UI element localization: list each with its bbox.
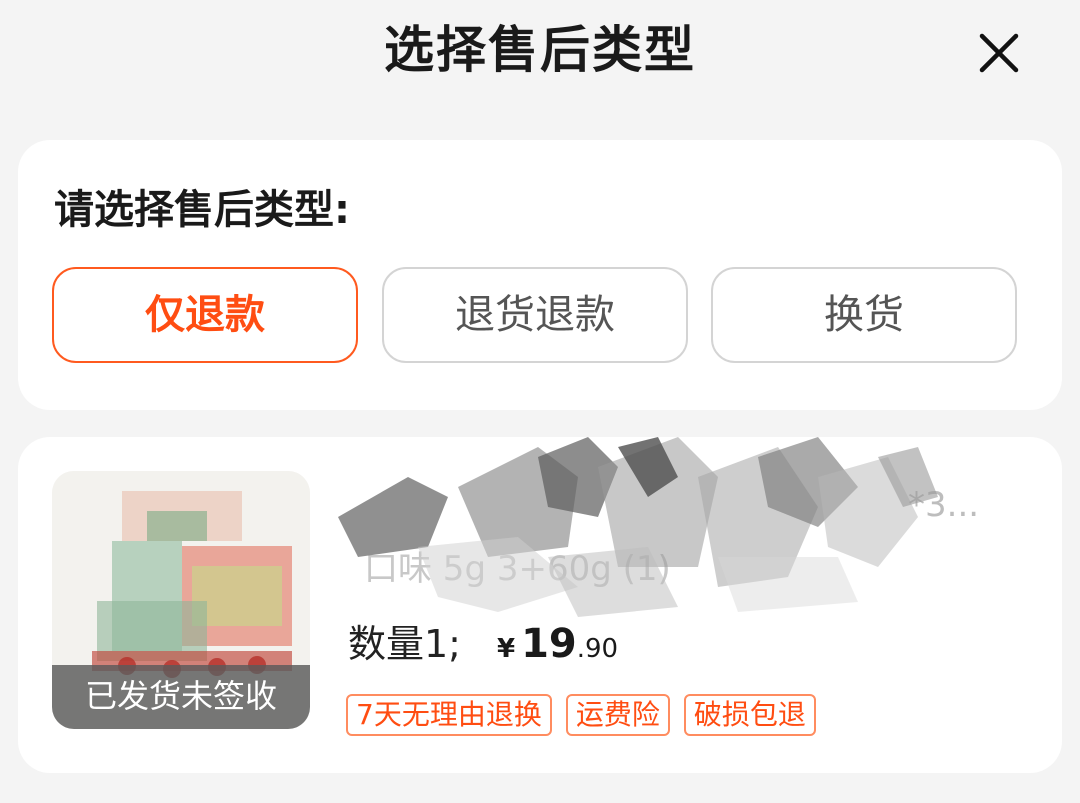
- service-tags: 7天无理由退换 运费险 破损包退: [346, 694, 830, 736]
- close-icon: [979, 33, 1019, 73]
- tag-damage-return: 破损包退: [683, 694, 816, 736]
- quantity-text: 数量1;: [348, 622, 461, 666]
- after-sale-type-sheet: 选择售后类型 请选择售后类型: 仅退款 退货退款 换货 已发货未签收 *3...…: [0, 0, 1080, 803]
- product-thumbnail: 已发货未签收: [52, 471, 310, 729]
- redaction-scribble: [338, 437, 938, 617]
- sheet-header: 选择售后类型: [0, 0, 1080, 112]
- price-decimal: .90: [576, 634, 619, 664]
- quantity-price-row: 数量1; ¥ 19 .90: [348, 613, 618, 667]
- after-sale-type-card: 请选择售后类型: 仅退款 退货退款 换货: [18, 140, 1062, 410]
- price-integer: 19: [521, 621, 577, 667]
- product-price: ¥ 19 .90: [497, 621, 618, 667]
- shipping-status-badge: 已发货未签收: [52, 665, 310, 729]
- tag-shipping-insurance: 运费险: [565, 694, 670, 736]
- close-button[interactable]: [974, 30, 1024, 76]
- refund-only-button[interactable]: 仅退款: [52, 267, 358, 363]
- return-and-refund-button[interactable]: 退货退款: [382, 267, 688, 363]
- type-prompt-label: 请选择售后类型:: [54, 187, 350, 233]
- product-card: 已发货未签收 *3... 口味 5g 3+60g (1) 数量1; ¥: [18, 437, 1062, 773]
- sheet-title: 选择售后类型: [384, 21, 696, 79]
- exchange-button[interactable]: 换货: [711, 267, 1017, 363]
- tag-7-day-return: 7天无理由退换: [346, 694, 552, 736]
- price-currency: ¥: [496, 634, 516, 664]
